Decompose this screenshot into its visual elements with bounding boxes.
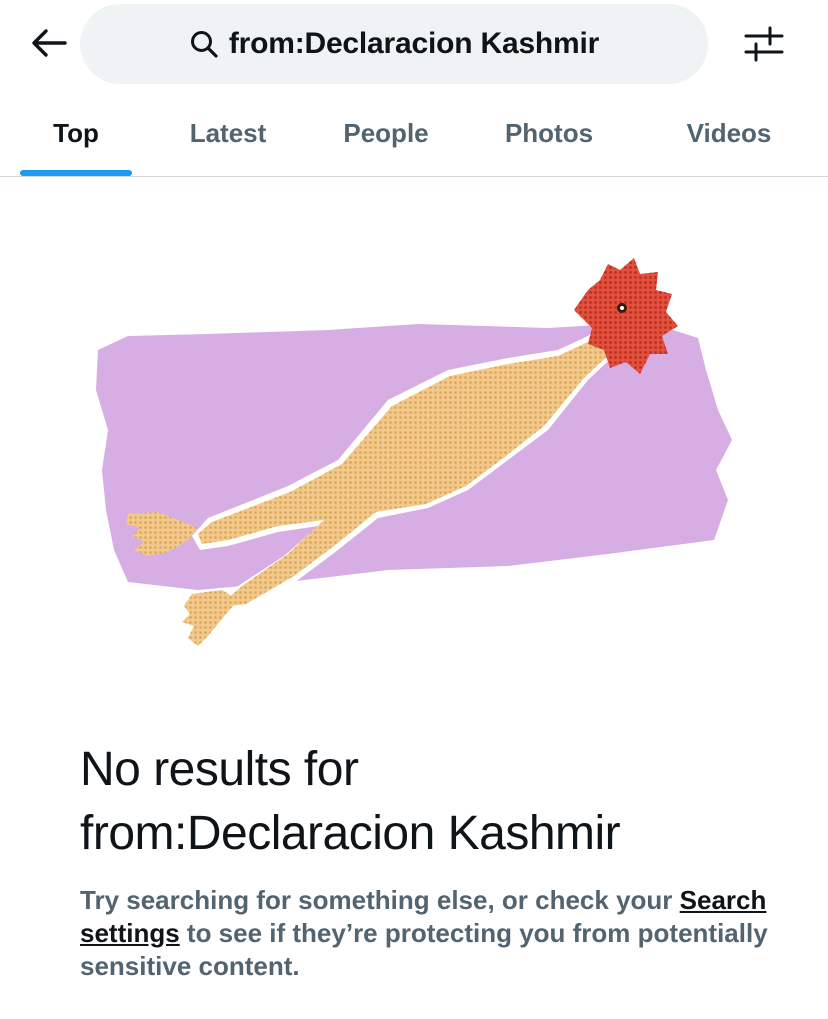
tab-people[interactable]: People	[322, 90, 450, 176]
search-filter-button[interactable]	[738, 22, 790, 66]
search-tabs: Top Latest People Photos Videos	[0, 90, 828, 177]
no-results-message: Try searching for something else, or che…	[80, 884, 770, 983]
no-results-title-line2: from:Declaracion Kashmir	[80, 807, 621, 860]
tab-latest[interactable]: Latest	[166, 90, 290, 176]
message-prefix: Try searching for something else, or che…	[80, 885, 673, 915]
search-header: from:Declaracion Kashmir	[0, 0, 828, 90]
rubber-chicken-illustration	[88, 250, 738, 660]
tab-videos[interactable]: Videos	[664, 90, 794, 176]
active-tab-indicator	[20, 170, 132, 176]
sliders-icon	[744, 26, 784, 62]
search-results-page: from:Declaracion Kashmir Top Latest Peop…	[0, 0, 828, 1019]
no-results-title-line1: No results for	[80, 743, 359, 796]
tab-photos[interactable]: Photos	[482, 90, 616, 176]
back-button[interactable]	[24, 20, 74, 66]
search-query-text: from:Declaracion Kashmir	[228, 27, 600, 60]
tab-top[interactable]: Top	[20, 90, 132, 176]
message-suffix: to see if they’re protecting you from po…	[80, 918, 768, 981]
search-input[interactable]: from:Declaracion Kashmir	[80, 4, 708, 84]
arrow-left-icon	[32, 29, 67, 57]
no-results-title: No results for from:Declaracion Kashmir	[80, 738, 780, 866]
search-icon	[190, 31, 218, 58]
